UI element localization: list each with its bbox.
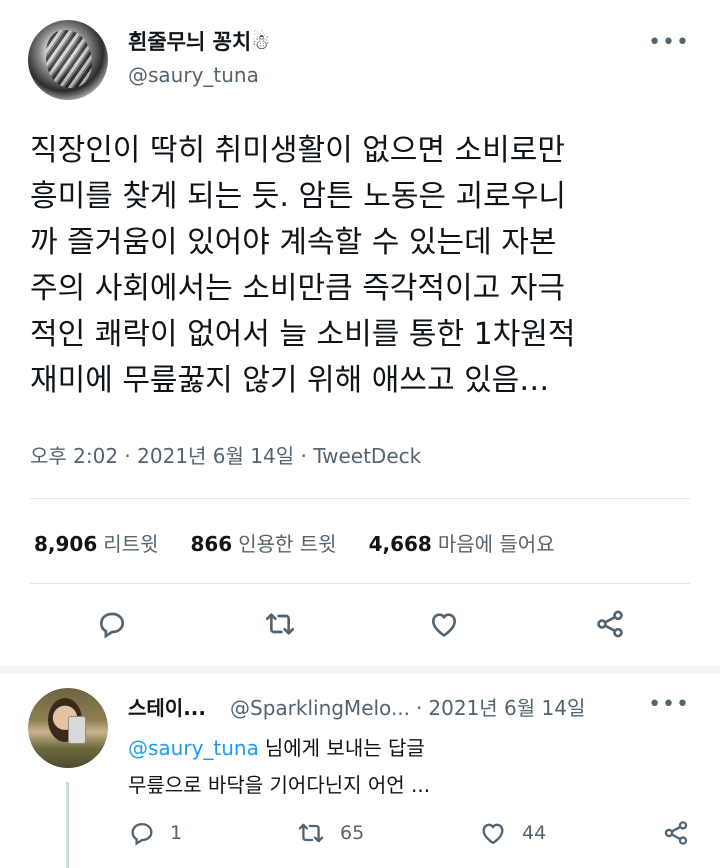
section-separator xyxy=(0,666,720,674)
reply-actions: 1 65 44 xyxy=(0,816,720,850)
retweets-stat[interactable]: 8,906 리트윗 xyxy=(34,528,158,557)
reply-retweet-button[interactable]: 65 xyxy=(296,816,364,850)
author-handle[interactable]: @saury_tuna xyxy=(128,63,259,87)
main-tweet: 흰줄무늬 꽁치☃ @saury_tuna ••• 직장인이 딱히 취미생활이 없… xyxy=(0,0,720,668)
share-icon xyxy=(597,610,623,638)
divider xyxy=(30,498,690,499)
share-icon xyxy=(664,821,688,845)
author-display-name[interactable]: 흰줄무늬 꽁치☃ xyxy=(128,26,270,56)
reply-author-avatar[interactable] xyxy=(28,688,108,768)
reply-icon xyxy=(99,612,125,639)
reply-author-name[interactable]: 스테이... xyxy=(128,696,206,720)
reply-reply-button[interactable]: 1 xyxy=(128,816,182,850)
reply-text: 무릎으로 바닥을 기어다닌지 어언 ... xyxy=(128,773,431,797)
reply-count: 1 xyxy=(170,822,183,844)
reply-to-suffix: 님에게 보내는 답글 xyxy=(264,736,425,760)
quotes-count: 866 xyxy=(190,532,233,556)
reply-timestamp[interactable]: 2021년 6월 14일 xyxy=(428,696,585,720)
retweet-count: 65 xyxy=(340,822,365,844)
reply-like-button[interactable]: 44 xyxy=(478,816,546,850)
likes-stat[interactable]: 4,668 마음에 들어요 xyxy=(369,528,555,557)
retweet-icon xyxy=(266,613,294,635)
reply-author-handle[interactable]: @SparklingMelo... xyxy=(230,696,410,720)
tweet-actions xyxy=(0,606,720,646)
reply-icon xyxy=(131,823,153,846)
retweet-icon xyxy=(298,823,324,843)
reply-button[interactable] xyxy=(94,606,130,642)
like-button[interactable] xyxy=(426,606,462,642)
reply-share-button[interactable] xyxy=(662,816,690,850)
retweets-count: 8,906 xyxy=(34,532,98,556)
divider xyxy=(30,583,690,584)
share-button[interactable] xyxy=(592,606,628,642)
engagement-stats: 8,906 리트윗 866 인용한 트윗 4,668 마음에 들어요 xyxy=(34,528,555,557)
tweet-timestamp[interactable]: 오후 2:02 · 2021년 6월 14일 · TweetDeck xyxy=(30,440,421,469)
more-horizontal-icon[interactable]: ••• xyxy=(648,692,690,717)
retweets-label: 리트윗 xyxy=(103,532,159,556)
header-separator: · xyxy=(416,696,423,720)
reply-header: 스테이... @SparklingMelo... · 2021년 6월 14일 xyxy=(128,692,585,721)
quotes-label: 인용한 트윗 xyxy=(238,532,337,556)
quotes-stat[interactable]: 866 인용한 트윗 xyxy=(190,528,336,557)
reply-to-mention[interactable]: @saury_tuna xyxy=(128,736,259,760)
tweet-text: 직장인이 딱히 취미생활이 없으면 소비로만 흥미를 찾게 되는 듯. 암튼 노… xyxy=(30,133,576,398)
retweet-button[interactable] xyxy=(262,606,298,642)
replying-to: @saury_tuna 님에게 보내는 답글 xyxy=(128,732,425,761)
reply-tweet[interactable]: 스테이... @SparklingMelo... · 2021년 6월 14일 •••… xyxy=(0,674,720,868)
likes-count: 4,668 xyxy=(368,532,432,556)
like-count: 44 xyxy=(522,822,547,844)
likes-label: 마음에 들어요 xyxy=(437,532,555,556)
author-avatar[interactable] xyxy=(28,20,108,100)
heart-icon xyxy=(432,613,456,637)
heart-icon xyxy=(482,823,504,845)
more-horizontal-icon[interactable]: ••• xyxy=(648,30,690,55)
